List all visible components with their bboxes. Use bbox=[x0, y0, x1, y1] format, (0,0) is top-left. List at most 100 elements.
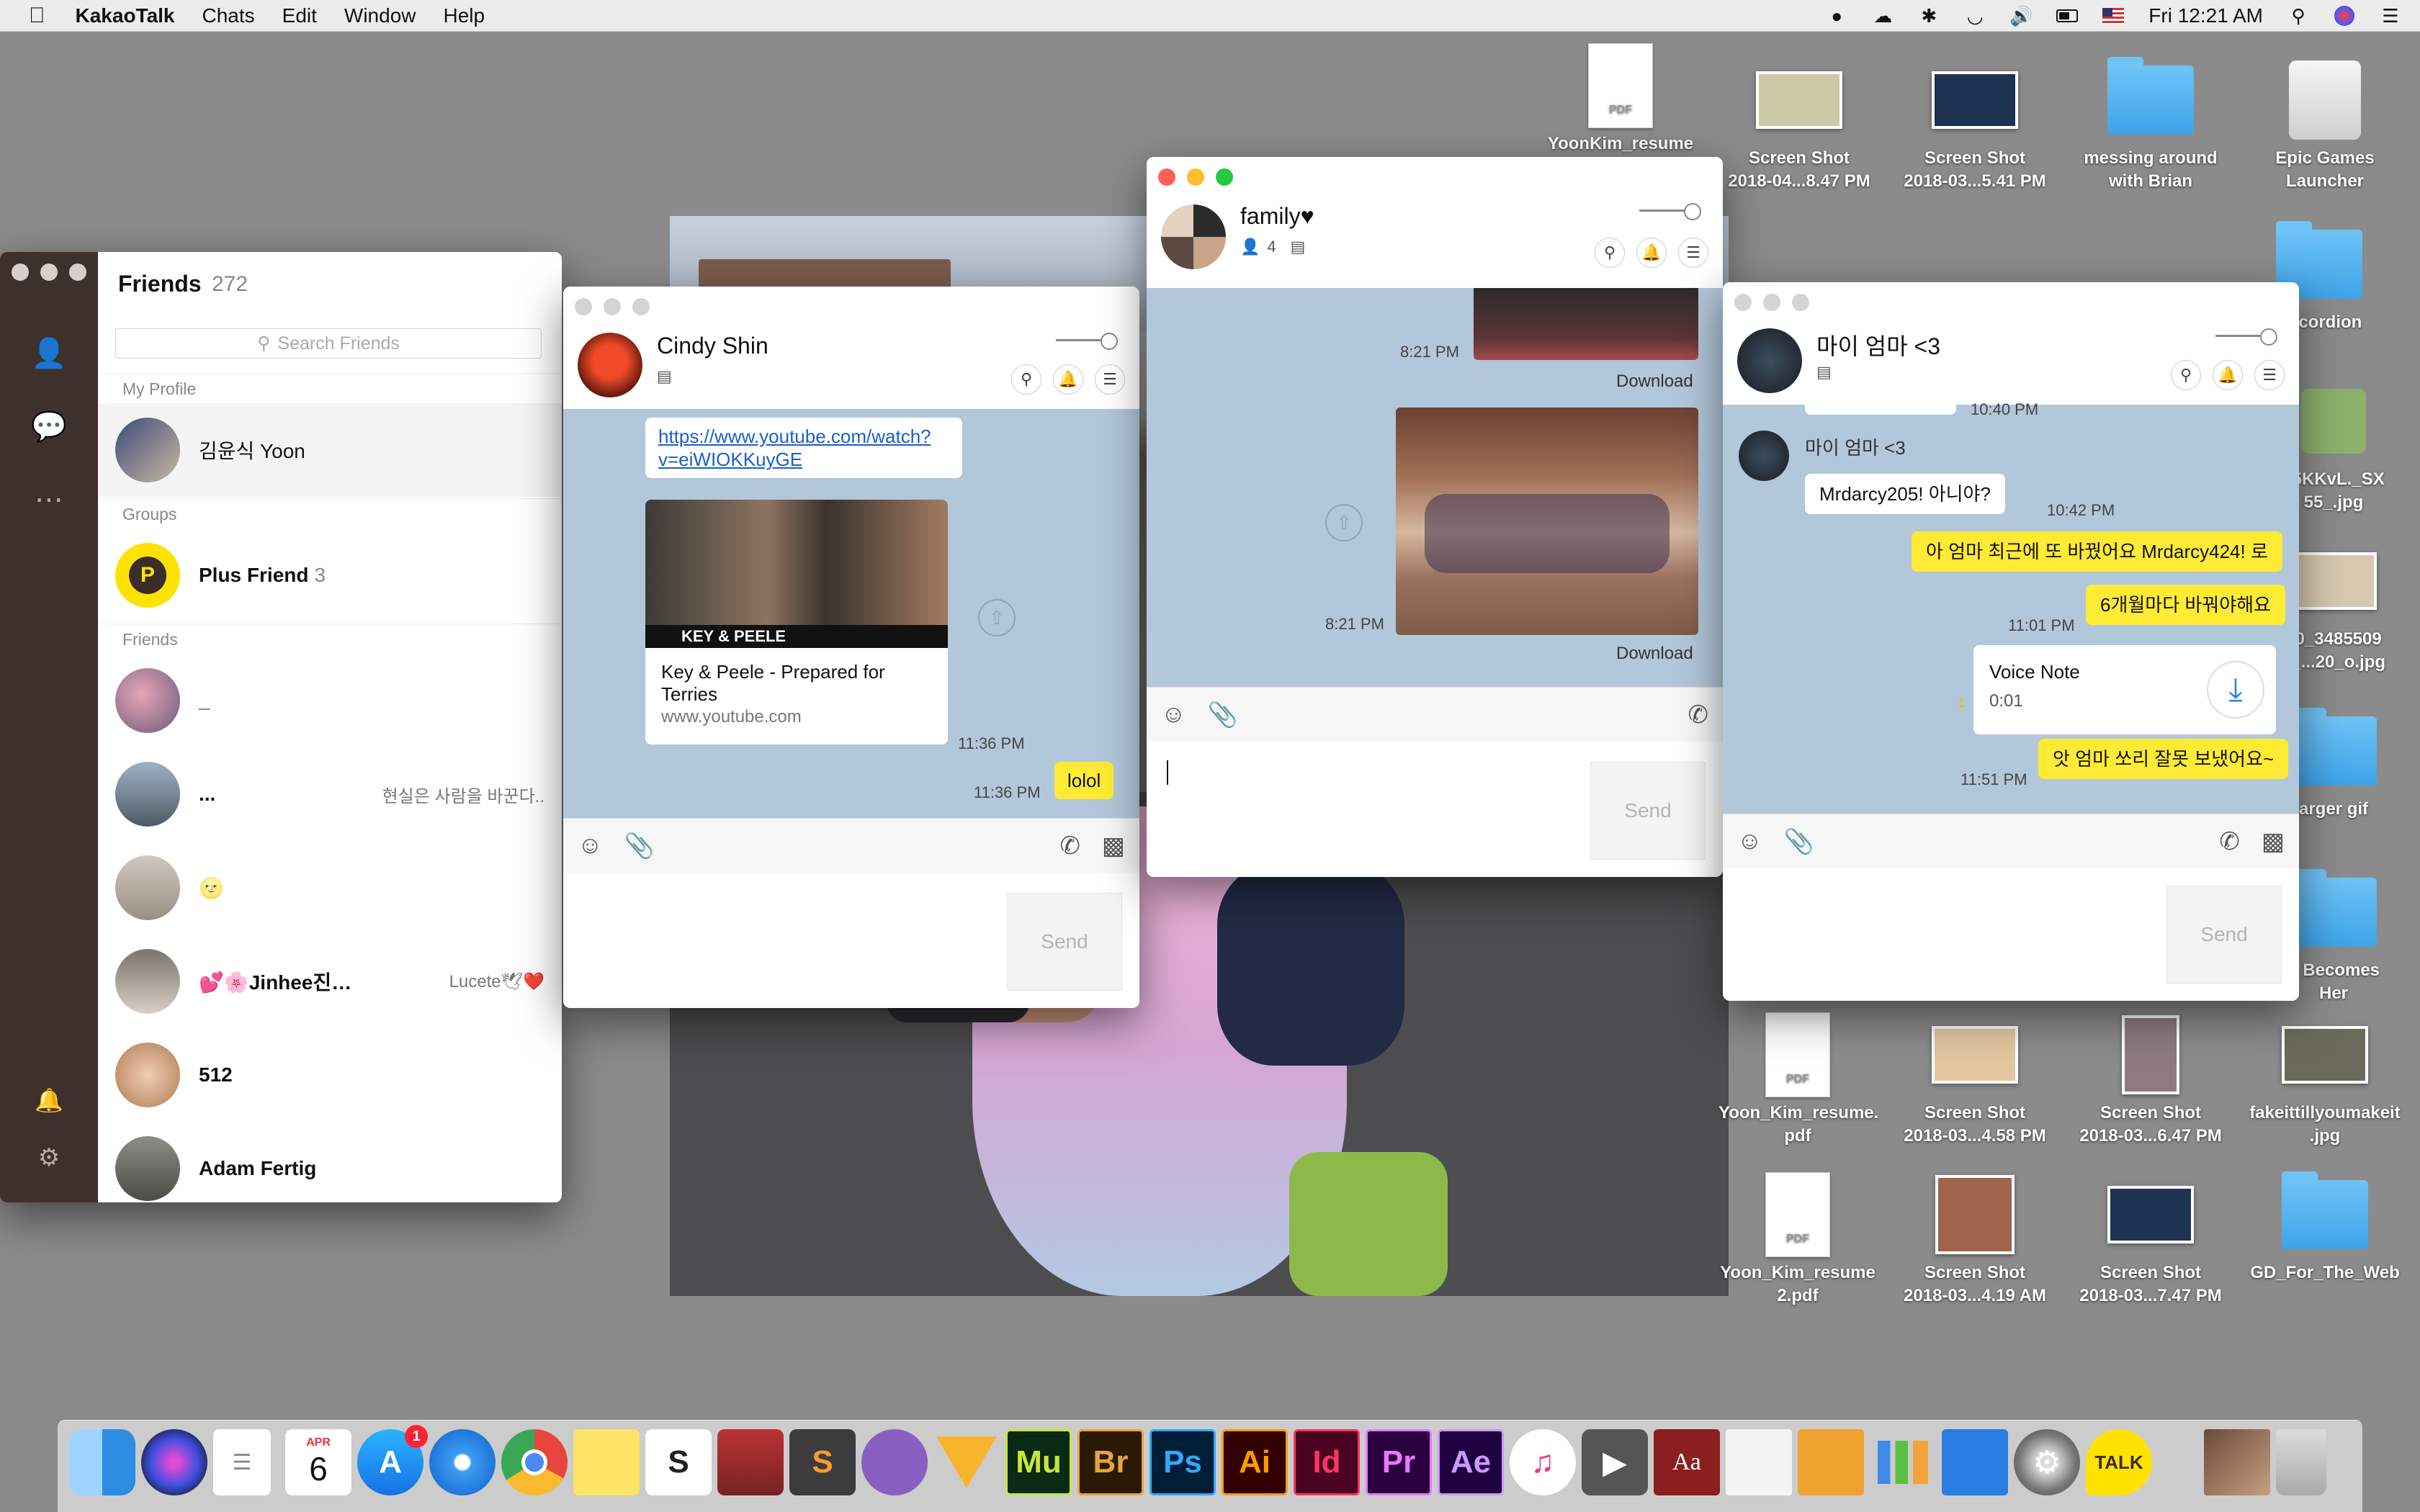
github-desktop-icon[interactable] bbox=[861, 1429, 928, 1495]
minimize-icon[interactable] bbox=[40, 264, 58, 281]
phone-icon[interactable]: ✆ bbox=[2219, 827, 2240, 856]
my-message[interactable]: lolol bbox=[1054, 762, 1114, 799]
dictionary-icon[interactable]: Aa bbox=[1654, 1429, 1720, 1495]
notes-icon[interactable] bbox=[573, 1429, 640, 1495]
app-store-icon[interactable]: A1 bbox=[357, 1425, 428, 1495]
input-source-flag-icon[interactable] bbox=[2102, 5, 2125, 27]
download-link[interactable]: Download bbox=[1616, 372, 1693, 392]
minimize-icon[interactable] bbox=[604, 298, 621, 315]
zoom-icon[interactable] bbox=[1216, 168, 1233, 186]
notepad-icon[interactable]: ▤ bbox=[657, 367, 672, 386]
notepad-icon[interactable]: ▤ bbox=[1816, 363, 1832, 382]
minimize-icon[interactable] bbox=[1763, 294, 1780, 311]
wifi-icon[interactable]: ◡ bbox=[1964, 5, 1986, 27]
desktop-icon-pdf[interactable]: PDF YoonKim_resume bbox=[1541, 43, 1700, 156]
plus-friend-row[interactable]: P Plus Friend 3 bbox=[98, 528, 562, 622]
menu-chats[interactable]: Chats bbox=[202, 4, 255, 27]
their-message[interactable]: Mrdarcy205! 아니야? bbox=[1805, 474, 2005, 514]
premiere-icon[interactable]: Pr bbox=[1366, 1429, 1432, 1495]
search-friends-input[interactable]: ⚲ Search Friends bbox=[115, 328, 542, 359]
bell-icon[interactable]: 🔔 bbox=[2213, 360, 2243, 390]
friend-row[interactable]: 💕🌸Jinhee진… Lucete🕊❤️ bbox=[98, 935, 562, 1028]
window-controls[interactable] bbox=[1158, 168, 1233, 186]
photo-message[interactable] bbox=[1396, 408, 1698, 635]
chrome-icon[interactable] bbox=[501, 1429, 568, 1495]
download-link[interactable]: Download bbox=[1616, 644, 1693, 664]
reminders-icon[interactable]: ☰ bbox=[213, 1429, 271, 1495]
bluetooth-icon[interactable]: ✱ bbox=[1918, 5, 1940, 27]
close-icon[interactable] bbox=[1734, 294, 1752, 311]
kakaotalk-status-icon[interactable]: ● bbox=[1826, 5, 1847, 27]
attach-icon[interactable]: 📎 bbox=[1784, 827, 1814, 856]
photoshop-icon[interactable]: Ps bbox=[1150, 1429, 1216, 1495]
kakaotalk-icon[interactable]: TALK bbox=[2086, 1429, 2152, 1495]
menu-icon[interactable]: ☰ bbox=[1095, 364, 1125, 395]
photo-message[interactable] bbox=[1474, 288, 1698, 360]
menu-icon[interactable]: ☰ bbox=[1678, 238, 1708, 268]
opacity-slider[interactable] bbox=[2215, 328, 2277, 346]
message-input[interactable]: Send bbox=[563, 873, 1139, 1008]
my-message[interactable]: 6개월마다 바꿔야해요 bbox=[2086, 585, 2285, 625]
opacity-slider[interactable] bbox=[1639, 203, 1701, 220]
quicktime-icon[interactable]: ▶ bbox=[1582, 1429, 1648, 1495]
search-icon[interactable]: ⚲ bbox=[1011, 364, 1041, 395]
siri-icon[interactable] bbox=[141, 1429, 207, 1495]
avatar[interactable] bbox=[1737, 328, 1802, 393]
desktop-icon-folder[interactable]: messing around with Brian bbox=[2071, 57, 2230, 193]
battery-icon[interactable] bbox=[2056, 5, 2079, 27]
textedit-icon[interactable] bbox=[1726, 1429, 1792, 1495]
avatar[interactable] bbox=[578, 333, 642, 397]
trash-icon[interactable] bbox=[2276, 1429, 2326, 1495]
video-call-icon[interactable]: ▩ bbox=[2262, 827, 2285, 856]
message-input[interactable]: Send bbox=[1147, 742, 1723, 877]
message-input[interactable]: Send bbox=[1723, 868, 2299, 1001]
emoticon-icon[interactable]: ☺ bbox=[1737, 827, 1762, 855]
desktop-icon-screenshot[interactable]: Screen Shot 2018-03...4.19 AM bbox=[1896, 1175, 2054, 1308]
menu-icon[interactable]: ☰ bbox=[2254, 360, 2285, 390]
desktop-icon-pdf[interactable]: PDF Yoon_Kim_resume. pdf bbox=[1718, 1012, 1878, 1148]
friend-row[interactable]: 🌝 bbox=[98, 841, 562, 935]
muse-icon[interactable]: Mu bbox=[1005, 1429, 1072, 1495]
zoom-icon[interactable] bbox=[632, 298, 650, 315]
phone-icon[interactable]: ✆ bbox=[1059, 832, 1080, 860]
illustrator-icon[interactable]: Ai bbox=[1222, 1429, 1288, 1495]
my-message[interactable]: 아 엄마 최근에 또 바꿨어요 Mrdarcy424! 로 bbox=[1912, 531, 2282, 572]
attach-icon[interactable]: 📎 bbox=[624, 832, 655, 860]
bell-icon[interactable]: 🔔 bbox=[1636, 238, 1667, 268]
close-icon[interactable] bbox=[12, 264, 29, 281]
zoom-icon[interactable] bbox=[1792, 294, 1809, 311]
finder-icon[interactable] bbox=[69, 1429, 135, 1495]
menu-window[interactable]: Window bbox=[344, 4, 416, 27]
chats-tab-icon[interactable]: 💬 bbox=[29, 406, 69, 446]
sender-avatar[interactable] bbox=[1739, 431, 1789, 481]
my-profile-row[interactable]: 김윤식 Yoon bbox=[98, 403, 562, 497]
send-button[interactable]: Send bbox=[1590, 762, 1706, 860]
sublime-text-icon[interactable]: S bbox=[789, 1429, 856, 1495]
send-button[interactable]: Send bbox=[2166, 886, 2282, 984]
photo-booth-icon[interactable] bbox=[717, 1429, 784, 1495]
settings-gear-icon[interactable]: ⚙ bbox=[29, 1138, 69, 1178]
emoticon-icon[interactable]: ☺ bbox=[578, 832, 603, 860]
desktop-icon-drive[interactable]: Epic Games Launcher bbox=[2246, 60, 2404, 193]
emoticon-icon[interactable]: ☺ bbox=[1161, 701, 1186, 729]
pages-icon[interactable] bbox=[1798, 1429, 1864, 1495]
menu-help[interactable]: Help bbox=[444, 4, 485, 27]
bell-icon[interactable]: 🔔 bbox=[1053, 364, 1083, 395]
menu-clock[interactable]: Fri 12:21 AM bbox=[2148, 4, 2263, 27]
menu-edit[interactable]: Edit bbox=[282, 4, 317, 27]
phone-icon[interactable]: ✆ bbox=[1688, 701, 1709, 729]
video-call-icon[interactable]: ▩ bbox=[1102, 832, 1125, 860]
link-preview-card[interactable]: KEY & PEELE Key & Peele - Prepared for T… bbox=[645, 500, 948, 744]
sketch-icon[interactable] bbox=[933, 1429, 1000, 1495]
send-button[interactable]: Send bbox=[1007, 893, 1122, 991]
after-effects-icon[interactable]: Ae bbox=[1438, 1429, 1504, 1495]
close-icon[interactable] bbox=[575, 298, 592, 315]
friend-row[interactable]: 512 bbox=[98, 1028, 562, 1122]
apple-icon[interactable]:  bbox=[29, 4, 45, 28]
attach-icon[interactable]: 📎 bbox=[1208, 701, 1238, 729]
creative-cloud-icon[interactable]: ☁ bbox=[1872, 5, 1894, 27]
spotlight-search-icon[interactable]: ⚲ bbox=[2287, 5, 2309, 27]
opacity-slider[interactable] bbox=[1056, 333, 1118, 350]
bridge-icon[interactable]: Br bbox=[1077, 1429, 1144, 1495]
itunes-icon[interactable]: ♫ bbox=[1510, 1429, 1576, 1495]
